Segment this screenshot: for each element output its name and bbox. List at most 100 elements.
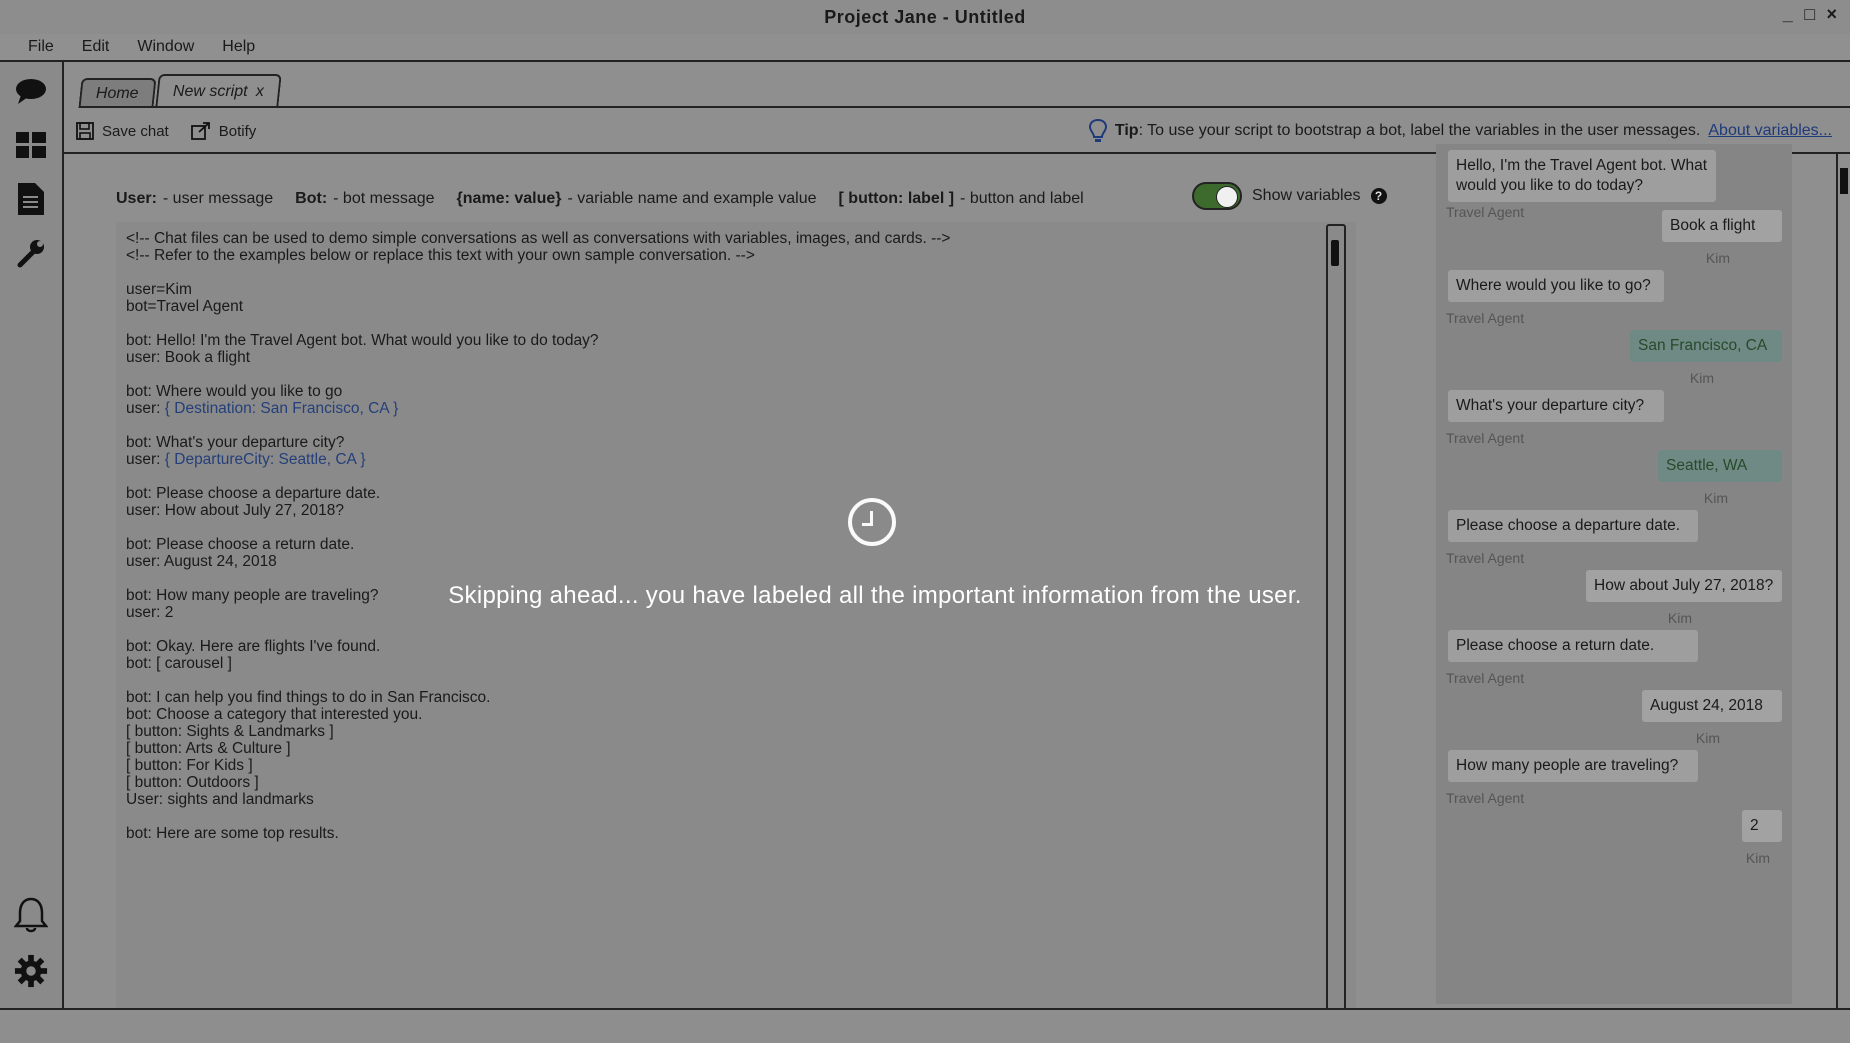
script-line-text: user: Book a flight bbox=[126, 349, 251, 366]
script-line-text: bot: Here are some top results. bbox=[126, 825, 339, 842]
script-line-text: <!-- Refer to the examples below or repl… bbox=[126, 247, 755, 264]
title-bar: Project Jane - Untitled _ □ × bbox=[0, 0, 1850, 36]
script-line: user: Book a flight bbox=[126, 349, 1326, 366]
legend-user-desc: - user message bbox=[162, 190, 274, 207]
preview-scrollbar[interactable] bbox=[1836, 152, 1850, 1014]
script-line-text: bot: What's your departure city? bbox=[126, 434, 345, 451]
legend-var-desc: - variable name and example value bbox=[567, 190, 817, 207]
dashboard-icon[interactable] bbox=[14, 128, 48, 162]
script-line: User: sights and landmarks bbox=[126, 791, 1326, 808]
script-editor[interactable]: <!-- Chat files can be used to demo simp… bbox=[116, 222, 1356, 1024]
tip-text: : To use your script to bootstrap a bot,… bbox=[1138, 122, 1701, 139]
script-line: [ button: Sights & Landmarks ] bbox=[126, 723, 1326, 740]
menu-edit[interactable]: Edit bbox=[82, 38, 110, 56]
script-line-text: user: How about July 27, 2018? bbox=[126, 502, 344, 519]
help-icon[interactable]: ? bbox=[1370, 188, 1387, 204]
maximize-button[interactable]: □ bbox=[1802, 4, 1818, 25]
botify-button[interactable]: Botify bbox=[190, 122, 257, 140]
script-line: <!-- Chat files can be used to demo simp… bbox=[126, 230, 1326, 247]
status-bar bbox=[0, 1008, 1850, 1043]
tab-new-script[interactable]: New script x bbox=[154, 74, 282, 108]
message-sender: Kim bbox=[1689, 370, 1714, 386]
chat-preview: Hello, I'm the Travel Agent bot. What wo… bbox=[1436, 144, 1792, 1004]
message-sender: Kim bbox=[1703, 490, 1728, 506]
script-line-text: bot: Please choose a return date. bbox=[126, 536, 355, 553]
script-line-text: bot: Choose a category that interested y… bbox=[126, 706, 423, 723]
message-sender: Travel Agent bbox=[1446, 550, 1525, 566]
close-button[interactable]: × bbox=[1824, 4, 1840, 25]
user-message-bubble: August 24, 2018 bbox=[1642, 690, 1782, 722]
script-line: bot: Choose a category that interested y… bbox=[126, 706, 1326, 723]
editor-scrollbar[interactable] bbox=[1326, 224, 1346, 1022]
minimize-button[interactable]: _ bbox=[1780, 4, 1796, 25]
script-text[interactable]: <!-- Chat files can be used to demo simp… bbox=[126, 230, 1326, 842]
chat-icon[interactable] bbox=[14, 74, 48, 108]
show-variables-toggle[interactable] bbox=[1192, 182, 1242, 210]
menu-help[interactable]: Help bbox=[222, 38, 255, 56]
script-line-text: <!-- Chat files can be used to demo simp… bbox=[126, 230, 951, 247]
legend-user-key: User: bbox=[116, 190, 157, 207]
user-message-bubble: San Francisco, CA bbox=[1630, 330, 1782, 362]
save-chat-button[interactable]: Save chat bbox=[76, 122, 169, 140]
toolbar: Save chat Botify bbox=[76, 116, 278, 146]
tip-prefix: Tip bbox=[1114, 122, 1139, 139]
script-line: user: { Destination: San Francisco, CA } bbox=[126, 400, 1326, 417]
about-variables-link[interactable]: About variables... bbox=[1708, 122, 1832, 140]
script-line: bot: Hello! I'm the Travel Agent bot. Wh… bbox=[126, 332, 1326, 349]
menu-file[interactable]: File bbox=[28, 38, 54, 56]
message-sender: Kim bbox=[1745, 850, 1770, 866]
script-line-text: User: sights and landmarks bbox=[126, 791, 314, 808]
tip-bar: Tip: To use your script to bootstrap a b… bbox=[1088, 118, 1832, 144]
toggle-knob bbox=[1216, 186, 1238, 208]
script-line-text: bot: Please choose a departure date. bbox=[126, 485, 381, 502]
message-sender: Travel Agent bbox=[1446, 310, 1525, 326]
tab-divider bbox=[80, 106, 1850, 108]
menu-window[interactable]: Window bbox=[137, 38, 194, 56]
gear-icon[interactable] bbox=[14, 954, 48, 988]
bell-icon[interactable] bbox=[14, 897, 48, 933]
script-line-text: bot: [ carousel ] bbox=[126, 655, 232, 672]
legend-bot-key: Bot: bbox=[295, 190, 328, 207]
script-line: user: August 24, 2018 bbox=[126, 553, 1326, 570]
window-title: Project Jane - Untitled bbox=[824, 6, 1026, 27]
save-icon bbox=[76, 122, 94, 140]
script-line-text: user: bbox=[126, 400, 165, 417]
botify-label: Botify bbox=[218, 122, 257, 140]
user-message-bubble: 2 bbox=[1742, 810, 1782, 842]
script-line: bot: I can help you find things to do in… bbox=[126, 689, 1326, 706]
script-line: user: { DepartureCity: Seattle, CA } bbox=[126, 451, 1326, 468]
user-message-bubble: Seattle, WA bbox=[1658, 450, 1782, 482]
left-rail bbox=[0, 62, 64, 1008]
script-line: bot: Please choose a departure date. bbox=[126, 485, 1326, 502]
script-variable[interactable]: { DepartureCity: Seattle, CA } bbox=[165, 451, 366, 468]
script-variable[interactable]: { Destination: San Francisco, CA } bbox=[165, 400, 398, 417]
tab-new-script-label: New script bbox=[172, 83, 248, 100]
clock-icon bbox=[848, 498, 896, 546]
script-line bbox=[126, 366, 1326, 383]
script-line-text: [ button: Arts & Culture ] bbox=[126, 740, 291, 757]
window-controls: _ □ × bbox=[1780, 4, 1840, 25]
message-sender: Travel Agent bbox=[1446, 430, 1525, 446]
script-line: user=Kim bbox=[126, 281, 1326, 298]
script-line bbox=[126, 417, 1326, 434]
document-icon[interactable] bbox=[14, 182, 48, 216]
script-line-text: bot: I can help you find things to do in… bbox=[126, 689, 491, 706]
preview-scroll-thumb[interactable] bbox=[1840, 168, 1848, 194]
message-sender: Kim bbox=[1667, 610, 1692, 626]
editor-scroll-thumb[interactable] bbox=[1331, 240, 1339, 266]
bot-message-bubble: Where would you like to go? bbox=[1448, 270, 1664, 302]
script-line-text: [ button: Outdoors ] bbox=[126, 774, 259, 791]
tab-home[interactable]: Home bbox=[78, 78, 157, 108]
bot-message-bubble: Please choose a return date. bbox=[1448, 630, 1698, 662]
script-line: [ button: Arts & Culture ] bbox=[126, 740, 1326, 757]
legend-var-key: {name: value} bbox=[456, 190, 562, 207]
show-variables-control: Show variables ? bbox=[1192, 182, 1387, 210]
script-line bbox=[126, 519, 1326, 536]
wrench-icon[interactable] bbox=[14, 236, 48, 270]
tab-close-icon[interactable]: x bbox=[255, 83, 263, 101]
script-line-text: user: August 24, 2018 bbox=[126, 553, 277, 570]
legend-btn-desc: - button and label bbox=[960, 190, 1084, 207]
script-line-text: bot=Travel Agent bbox=[126, 298, 244, 315]
message-sender: Travel Agent bbox=[1446, 790, 1525, 806]
script-line: bot: Okay. Here are flights I've found. bbox=[126, 638, 1326, 655]
